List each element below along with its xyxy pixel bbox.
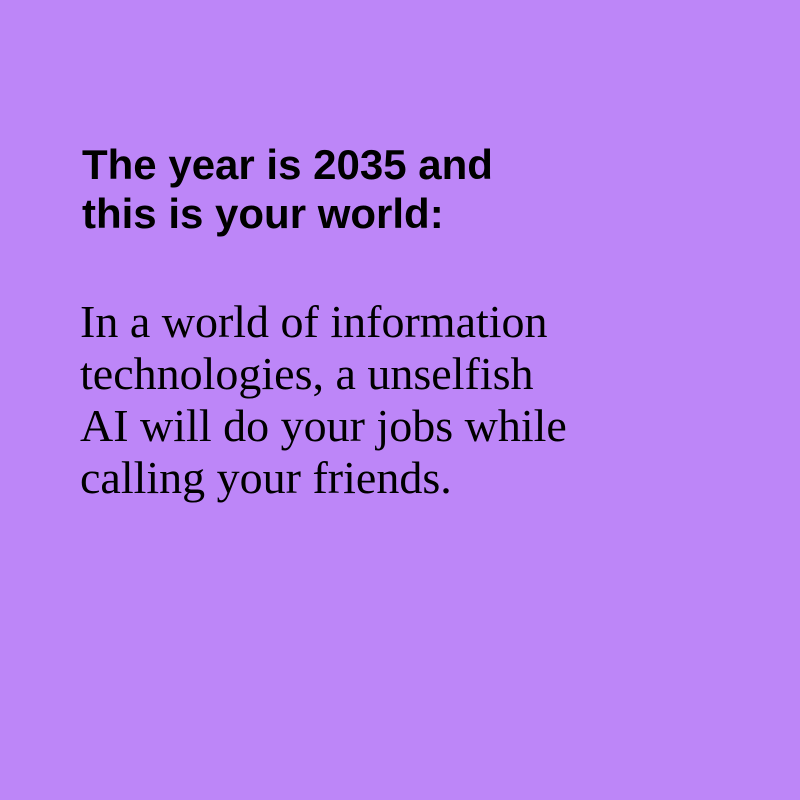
body-line: In a world of information	[80, 296, 548, 347]
heading: The year is 2035 and this is your world:	[82, 140, 742, 238]
prompt-card: The year is 2035 and this is your world:…	[0, 0, 800, 800]
body-line: technologies, a unselfish	[80, 348, 534, 399]
heading-line: this is your world:	[82, 190, 444, 237]
body-line: calling your friends.	[80, 452, 452, 503]
body-line: AI will do your jobs while	[80, 400, 567, 451]
heading-line: The year is 2035 and	[82, 141, 493, 188]
body-paragraph: In a world of information technologies, …	[80, 296, 760, 504]
